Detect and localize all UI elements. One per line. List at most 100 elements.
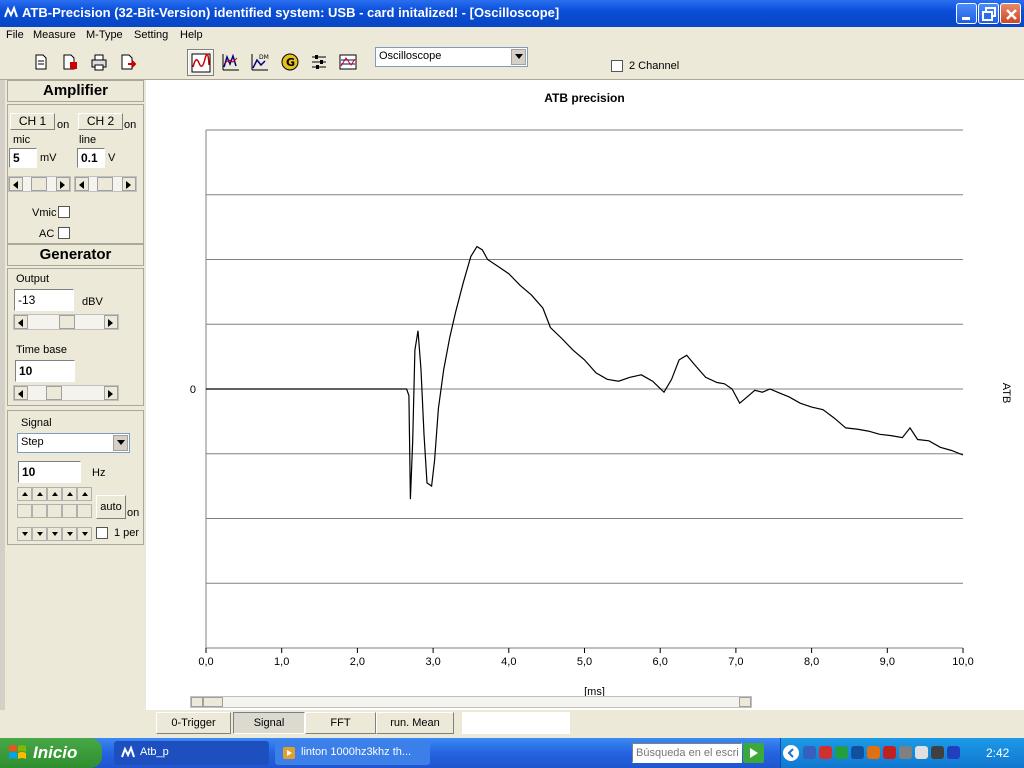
spectrum-mode-button[interactable]: [218, 49, 245, 76]
digit-down-5[interactable]: [77, 527, 92, 541]
digit-cell-2[interactable]: [32, 504, 47, 518]
mic-slider-right[interactable]: [56, 177, 70, 191]
auto-button[interactable]: auto: [96, 495, 126, 519]
close-icon: [1006, 9, 1017, 20]
digit-up-3[interactable]: [47, 487, 62, 501]
chart-scroll-right[interactable]: [739, 697, 751, 707]
two-channel-checkbox[interactable]: [611, 60, 623, 72]
menu-setting[interactable]: Setting: [134, 29, 168, 41]
antivirus-icon[interactable]: [867, 746, 880, 759]
digit-cell-5[interactable]: [77, 504, 92, 518]
menu-help[interactable]: Help: [180, 29, 203, 41]
open-file-button[interactable]: [57, 49, 84, 76]
task-atb[interactable]: Atb_p: [114, 741, 269, 765]
line-slider[interactable]: [74, 176, 137, 192]
timebase-slider-left[interactable]: [14, 386, 28, 400]
menu-m-type[interactable]: M-Type: [86, 29, 123, 41]
print-button[interactable]: [86, 49, 113, 76]
tab-signal[interactable]: Signal: [233, 712, 305, 734]
display-button[interactable]: [335, 49, 362, 76]
output-slider-right[interactable]: [104, 315, 118, 329]
ac-label: AC: [39, 228, 55, 240]
ch2-button[interactable]: CH 2: [78, 113, 123, 130]
signal-type-select[interactable]: Step: [17, 433, 130, 453]
restore-button[interactable]: [978, 3, 999, 24]
volume-icon[interactable]: [947, 746, 960, 759]
media-icon[interactable]: [883, 746, 896, 759]
dm-icon: DM: [251, 54, 269, 71]
digit-up-2[interactable]: [32, 487, 47, 501]
frequency-input[interactable]: 10: [18, 461, 81, 483]
chart-scrollbar[interactable]: [190, 696, 752, 708]
timebase-slider[interactable]: [13, 385, 119, 401]
arrow-up-icon: [82, 492, 88, 496]
close-button[interactable]: [1000, 3, 1021, 24]
chart-scroll-left[interactable]: [191, 697, 203, 707]
search-go-button[interactable]: [743, 743, 764, 763]
arrow-right-icon: [126, 181, 131, 189]
mode-select-arrow[interactable]: [511, 49, 526, 65]
ac-checkbox[interactable]: [58, 227, 70, 239]
settings-button[interactable]: [306, 49, 333, 76]
output-input[interactable]: -13: [14, 289, 74, 311]
security-icon[interactable]: [835, 746, 848, 759]
minimize-icon: [962, 17, 970, 20]
signal-type-arrow[interactable]: [113, 435, 128, 451]
menu-measure[interactable]: Measure: [33, 29, 76, 41]
search-icon[interactable]: [915, 746, 928, 759]
line-slider-left[interactable]: [75, 177, 89, 191]
ch1-button[interactable]: CH 1: [10, 113, 55, 130]
network-error-icon[interactable]: [819, 746, 832, 759]
digit-cell-3[interactable]: [47, 504, 62, 518]
digit-up-5[interactable]: [77, 487, 92, 501]
title-bar: ATB-Precision (32-Bit-Version) identifie…: [0, 0, 1024, 27]
line-slider-thumb[interactable]: [97, 177, 113, 191]
tab-run-mean[interactable]: run. Mean: [376, 712, 454, 734]
digit-down-3[interactable]: [47, 527, 62, 541]
svg-text:DM: DM: [259, 54, 269, 61]
generator-button[interactable]: G: [277, 49, 304, 76]
output-slider[interactable]: [13, 314, 119, 330]
export-button[interactable]: [115, 49, 142, 76]
oscilloscope-mode-button[interactable]: [187, 49, 214, 76]
digit-cell-4[interactable]: [62, 504, 77, 518]
frequency-unit: Hz: [92, 467, 106, 479]
new-file-button[interactable]: [28, 49, 55, 76]
digit-up-1[interactable]: [17, 487, 32, 501]
digit-down-1[interactable]: [17, 527, 32, 541]
menu-file[interactable]: File: [6, 29, 24, 41]
mic-slider-left[interactable]: [9, 177, 23, 191]
timebase-slider-right[interactable]: [104, 386, 118, 400]
line-slider-right[interactable]: [122, 177, 136, 191]
generator-icon: G: [281, 53, 299, 71]
mode-select[interactable]: Oscilloscope: [375, 47, 528, 67]
usb-icon[interactable]: [899, 746, 912, 759]
tab-0-trigger[interactable]: 0-Trigger: [156, 712, 231, 734]
digit-up-4[interactable]: [62, 487, 77, 501]
network-icon[interactable]: [803, 746, 816, 759]
dm-mode-button[interactable]: DM: [247, 49, 274, 76]
task-linton[interactable]: linton 1000hz3khz th...: [275, 741, 430, 765]
mic-input[interactable]: 5: [9, 148, 37, 168]
y-axis-label: ATB: [1000, 383, 1012, 404]
one-per-checkbox[interactable]: [96, 527, 108, 539]
minimize-button[interactable]: [956, 3, 977, 24]
tray-expand-button[interactable]: [783, 745, 799, 761]
digit-down-4[interactable]: [62, 527, 77, 541]
display-tray-icon[interactable]: [931, 746, 944, 759]
mic-slider[interactable]: [8, 176, 71, 192]
digit-cell-1[interactable]: [17, 504, 32, 518]
user-icon[interactable]: [851, 746, 864, 759]
vmic-checkbox[interactable]: [58, 206, 70, 218]
line-input[interactable]: 0.1: [77, 148, 105, 168]
timebase-slider-thumb[interactable]: [46, 386, 62, 400]
taskbar-search-input[interactable]: Búsqueda en el escri: [632, 743, 742, 763]
output-slider-thumb[interactable]: [59, 315, 75, 329]
chart-scroll-thumb[interactable]: [203, 697, 223, 707]
start-button[interactable]: Inicio: [0, 738, 102, 768]
digit-down-2[interactable]: [32, 527, 47, 541]
timebase-input[interactable]: 10: [15, 360, 75, 382]
mic-slider-thumb[interactable]: [31, 177, 47, 191]
output-slider-left[interactable]: [14, 315, 28, 329]
tab-fft[interactable]: FFT: [305, 712, 376, 734]
